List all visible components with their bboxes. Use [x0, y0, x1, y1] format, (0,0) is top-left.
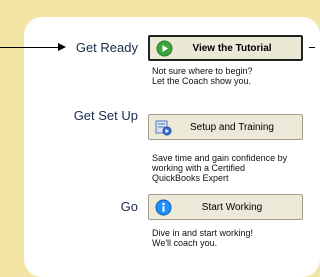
go-description: Dive in and start working! We'll coach y…: [152, 228, 253, 248]
description-line: Let the Coach show you.: [152, 76, 252, 86]
view-tutorial-button[interactable]: View the Tutorial: [148, 35, 303, 61]
step-label-go: Go: [120, 199, 138, 214]
step-label-get-set-up: Get Set Up: [73, 108, 138, 123]
setup-icon: [155, 119, 172, 136]
setup-training-button[interactable]: Setup and Training: [148, 114, 303, 140]
description-line: Dive in and start working!: [152, 228, 254, 238]
start-working-label: Start Working: [201, 201, 263, 213]
description-line: QuickBooks Expert: [152, 173, 229, 183]
setup-training-label: Setup and Training: [190, 121, 274, 133]
description-line: Not sure where to begin?: [152, 66, 253, 76]
right-connector: [309, 47, 315, 48]
start-working-button[interactable]: Start Working: [148, 194, 303, 220]
get-ready-description: Not sure where to begin? Let the Coach s…: [152, 66, 253, 86]
info-icon: [155, 199, 172, 216]
description-line: working with a Certified: [152, 163, 246, 173]
get-set-up-description: Save time and gain confidence by working…: [152, 153, 287, 183]
view-tutorial-label: View the Tutorial: [192, 42, 272, 54]
step-label-get-ready: Get Ready: [75, 40, 138, 55]
play-icon: [156, 40, 173, 57]
description-line: Save time and gain confidence by: [152, 153, 288, 163]
description-line: We'll coach you.: [152, 238, 218, 248]
pointer-arrow-line: [0, 47, 62, 48]
